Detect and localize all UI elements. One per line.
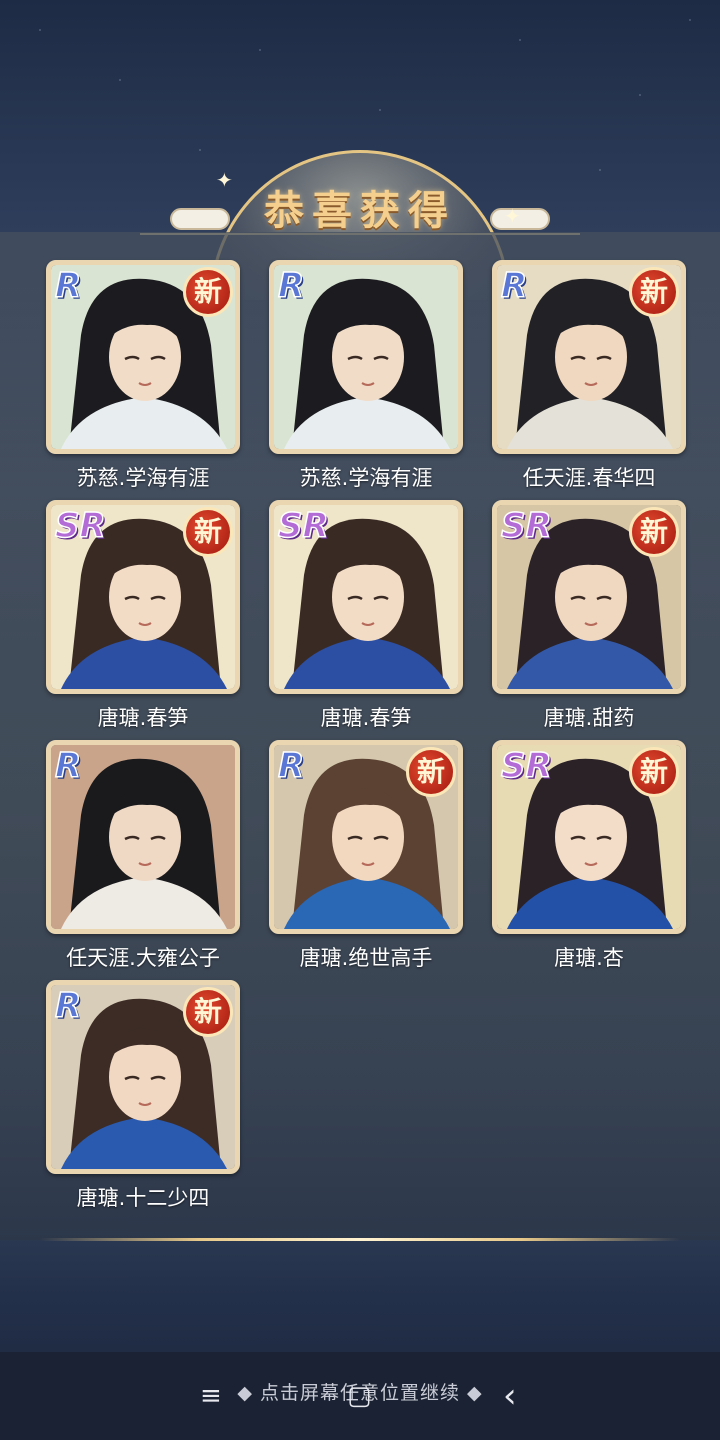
reward-card[interactable]: R 新 苏慈.学海有涯 <box>46 260 240 492</box>
reward-card[interactable]: R 新 苏慈.学海有涯 <box>269 260 463 492</box>
card-portrait-frame[interactable]: SR 新 <box>269 500 463 694</box>
new-badge: 新 <box>183 507 233 557</box>
card-portrait-frame[interactable]: R 新 <box>269 740 463 934</box>
rarity-badge: R <box>277 746 305 786</box>
card-name: 唐瑭.绝世高手 <box>299 946 433 970</box>
reward-card[interactable]: SR 新 唐瑭.甜药 <box>492 500 686 732</box>
card-portrait-frame[interactable]: SR 新 <box>46 500 240 694</box>
card-name: 苏慈.学海有涯 <box>299 466 433 490</box>
new-badge: 新 <box>629 747 679 797</box>
new-badge: 新 <box>183 267 233 317</box>
rarity-badge: SR <box>54 506 106 546</box>
new-badge: 新 <box>629 507 679 557</box>
card-name: 任天涯.大雍公子 <box>66 946 220 970</box>
card-portrait-frame[interactable]: R 新 <box>46 740 240 934</box>
page-title: 恭喜获得 <box>264 187 456 234</box>
back-icon[interactable]: ‹ <box>503 1379 517 1413</box>
card-portrait-frame[interactable]: R 新 <box>492 260 686 454</box>
rarity-badge: SR <box>277 506 329 546</box>
reward-card[interactable]: SR 新 唐瑭.杏 <box>492 740 686 972</box>
rarity-badge: R <box>54 746 82 786</box>
reward-card[interactable]: SR 新 唐瑭.春笋 <box>269 500 463 732</box>
new-badge: 新 <box>406 747 456 797</box>
card-name: 唐瑭.春笋 <box>97 706 189 730</box>
rarity-badge: SR <box>500 746 552 786</box>
card-name: 苏慈.学海有涯 <box>76 466 210 490</box>
card-portrait-frame[interactable]: R 新 <box>46 260 240 454</box>
reward-title-banner: ✦ ✦ 恭喜获得 <box>140 150 580 300</box>
reward-card[interactable]: SR 新 唐瑭.春笋 <box>46 500 240 732</box>
rarity-badge: R <box>500 266 528 306</box>
card-name: 唐瑭.十二少四 <box>76 1186 210 1210</box>
card-name: 唐瑭.春笋 <box>320 706 412 730</box>
reward-card[interactable]: R 新 任天涯.春华四 <box>492 260 686 492</box>
card-name: 唐瑭.甜药 <box>543 706 635 730</box>
card-portrait-frame[interactable]: R 新 <box>269 260 463 454</box>
rarity-badge: R <box>54 266 82 306</box>
rarity-badge: SR <box>500 506 552 546</box>
reward-card[interactable]: R 新 任天涯.大雍公子 <box>46 740 240 972</box>
card-portrait-frame[interactable]: SR 新 <box>492 740 686 934</box>
card-name: 任天涯.春华四 <box>522 466 656 490</box>
card-name: 唐瑭.杏 <box>554 946 624 970</box>
card-portrait-frame[interactable]: R 新 <box>46 980 240 1174</box>
new-badge: 新 <box>183 987 233 1037</box>
reward-card[interactable]: R 新 唐瑭.十二少四 <box>46 980 240 1212</box>
card-portrait-frame[interactable]: SR 新 <box>492 500 686 694</box>
new-badge: 新 <box>629 267 679 317</box>
menu-icon[interactable]: ≡ <box>200 1382 222 1410</box>
rarity-badge: R <box>54 986 82 1026</box>
home-icon[interactable]: ▢ <box>347 1382 372 1410</box>
reward-card[interactable]: R 新 唐瑭.绝世高手 <box>269 740 463 972</box>
rarity-badge: R <box>277 266 305 306</box>
panel-bottom-border <box>40 1238 680 1241</box>
